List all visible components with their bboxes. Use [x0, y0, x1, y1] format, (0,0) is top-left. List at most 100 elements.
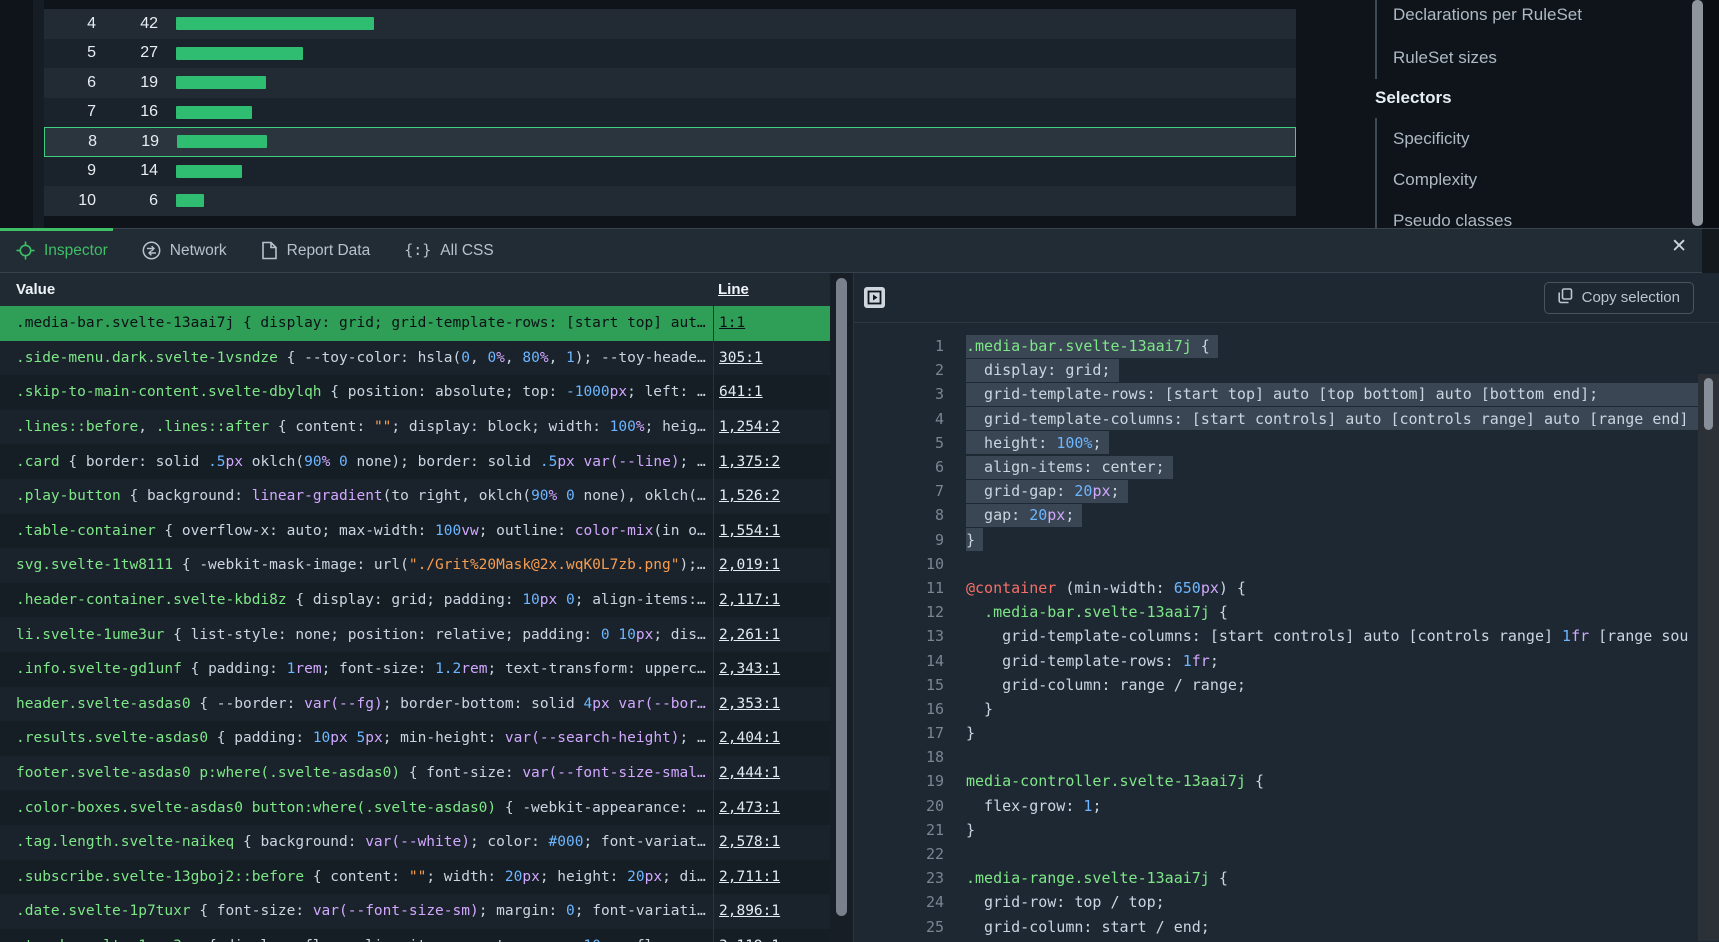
tab-network[interactable]: Network	[142, 241, 227, 260]
column-header-line[interactable]: Line	[713, 281, 830, 298]
ruleset-value: header.svelte-asdas0 { --border: var(--f…	[0, 696, 713, 712]
line-link[interactable]: 2,444:1	[719, 765, 780, 781]
table-scrollbar-thumb[interactable]	[836, 278, 847, 916]
ruleset-value: .color-boxes.svelte-asdas0 button:where(…	[0, 800, 713, 816]
table-row[interactable]: .tag.length.svelte-naikeq { background: …	[0, 825, 830, 860]
line-link[interactable]: 1:1	[719, 315, 745, 331]
code-token: { background:	[234, 834, 365, 850]
sidebar-item[interactable]: RuleSet sizes	[1393, 36, 1582, 79]
chart-row[interactable]: 442	[44, 9, 1296, 39]
table-row[interactable]: .header-container.svelte-kbdi8z { displa…	[0, 583, 830, 618]
code-token: px	[1092, 482, 1110, 500]
table-row[interactable]: .results.svelte-asdas0 { padding: 10px 5…	[0, 721, 830, 756]
table-row[interactable]: .table-container { overflow-x: auto; max…	[0, 514, 830, 549]
line-link[interactable]: 1,254:2	[719, 419, 780, 435]
code-token: 90	[531, 488, 548, 504]
document-icon	[261, 241, 278, 260]
line-link[interactable]: 2,404:1	[719, 730, 780, 746]
code-token: (min-width:	[1056, 579, 1173, 597]
code-token: .tag.length.svelte-naikeq	[16, 834, 234, 850]
sidebar-item[interactable]: Specificity	[1393, 118, 1512, 159]
table-row[interactable]: .play-button { background: linear-gradie…	[0, 479, 830, 514]
line-link[interactable]: 1,526:2	[719, 488, 780, 504]
line-link[interactable]: 2,019:1	[719, 557, 780, 573]
line-link[interactable]: 2,896:1	[719, 903, 780, 919]
expand-panel-icon[interactable]	[864, 287, 885, 308]
line-link[interactable]: 2,343:1	[719, 661, 780, 677]
chart-row-value: 27	[96, 44, 158, 62]
code-viewer: Copy selection 1.media-bar.svelte-13aai7…	[853, 273, 1719, 942]
code-token: grid-row: top / top;	[966, 893, 1165, 911]
line-number: 4	[854, 410, 966, 428]
sidebar-item[interactable]: Complexity	[1393, 159, 1512, 200]
code-line: 11@container (min-width: 650px) {	[854, 576, 1719, 600]
line-number: 11	[854, 579, 966, 597]
line-link[interactable]: 2,261:1	[719, 627, 780, 643]
code-token: ; outline:	[479, 523, 575, 539]
code-token: 0	[339, 454, 348, 470]
close-icon[interactable]: ✕	[1671, 237, 1687, 256]
chart-row[interactable]: 527	[44, 39, 1296, 69]
table-row[interactable]: .lines::before, .lines::after { content:…	[0, 410, 830, 445]
chart-row[interactable]: 914	[44, 157, 1296, 187]
table-row[interactable]: .info.svelte-gd1unf { padding: 1rem; fon…	[0, 652, 830, 687]
chart-row[interactable]: 619	[44, 68, 1296, 98]
panel-tabbar: Inspector Network Report Data {:}All CSS ✕	[0, 229, 1719, 273]
line-link[interactable]: 305:1	[719, 350, 763, 366]
line-link[interactable]: 2,117:1	[719, 592, 780, 608]
copy-selection-button[interactable]: Copy selection	[1544, 282, 1694, 314]
table-row[interactable]: .subscribe.svelte-13gboj2::before { cont…	[0, 860, 830, 895]
chart-left-gutter	[33, 0, 44, 229]
table-row[interactable]: .card { border: solid .5px oklch(90% 0 n…	[0, 444, 830, 479]
code-token: linear-gradient	[252, 488, 383, 504]
ruleset-value: .play-button { background: linear-gradie…	[0, 488, 713, 504]
chart-row[interactable]: 106	[44, 186, 1296, 216]
code-scrollbar-thumb[interactable]	[1704, 378, 1713, 430]
table-row[interactable]: li.svelte-1ume3ur { list-style: none; po…	[0, 617, 830, 652]
line-link[interactable]: 2,353:1	[719, 696, 780, 712]
sidebar-item[interactable]: Declarations per RuleSet	[1393, 0, 1582, 36]
table-row[interactable]: footer.svelte-asdas0 p:where(.svelte-asd…	[0, 756, 830, 791]
table-row[interactable]: .skip-to-main-content.svelte-dbylqh { po…	[0, 375, 830, 410]
table-row[interactable]: header.svelte-asdas0 { --border: var(--f…	[0, 687, 830, 722]
line-cell: 1,375:2	[713, 444, 830, 479]
code-line-content: grid-template-columns: [start controls] …	[966, 627, 1688, 645]
code-token: ; color:	[470, 834, 549, 850]
line-link[interactable]: 3,119:1	[719, 938, 780, 942]
chart-row[interactable]: 819	[44, 127, 1296, 157]
code-toolbar: Copy selection	[854, 273, 1719, 323]
line-link[interactable]: 1,375:2	[719, 454, 780, 470]
code-token: 650	[1174, 579, 1201, 597]
tab-inspector[interactable]: Inspector	[16, 241, 108, 260]
tab-report-data[interactable]: Report Data	[261, 241, 371, 260]
tab-all-css[interactable]: {:}All CSS	[404, 241, 494, 260]
chart-row[interactable]: 716	[44, 98, 1296, 128]
code-token: 100	[610, 419, 636, 435]
table-row[interactable]: .color-boxes.svelte-asdas0 button:where(…	[0, 790, 830, 825]
code-token: ; di…	[662, 869, 706, 885]
code-token: {	[1192, 337, 1210, 355]
page-scrollbar-thumb[interactable]	[1692, 0, 1703, 226]
line-link[interactable]: 2,473:1	[719, 800, 780, 816]
line-link[interactable]: 2,578:1	[719, 834, 780, 850]
crosshair-icon	[16, 241, 35, 260]
line-link[interactable]: 641:1	[719, 384, 763, 400]
chart-bar	[176, 17, 374, 30]
code-token: ; margin:	[479, 903, 566, 919]
code-token: { font-size:	[191, 903, 313, 919]
table-row[interactable]: svg.svelte-1tw8111 { -webkit-mask-image:…	[0, 548, 830, 583]
code-token: .media-bar.svelte-13aai7j	[966, 337, 1192, 355]
table-scrollbar-track[interactable]	[830, 273, 853, 942]
line-link[interactable]: 2,711:1	[719, 869, 780, 885]
line-number: 10	[854, 555, 966, 573]
table-row[interactable]: .date.svelte-1p7tuxr { font-size: var(--…	[0, 894, 830, 929]
table-row[interactable]: .media-bar.svelte-13aai7j { display: gri…	[0, 306, 830, 341]
table-row[interactable]: .side-menu.dark.svelte-1vsndze { --toy-c…	[0, 341, 830, 376]
code-token: ;	[1092, 797, 1101, 815]
code-scrollbar-track[interactable]	[1698, 374, 1719, 941]
code-line: 4 grid-template-columns: [start controls…	[854, 407, 1719, 431]
line-number: 21	[854, 821, 966, 839]
table-row[interactable]: .track.svelte-1ume3ur { display: flex; a…	[0, 929, 830, 942]
code-token: .table-container	[16, 523, 156, 539]
line-link[interactable]: 1,554:1	[719, 523, 780, 539]
